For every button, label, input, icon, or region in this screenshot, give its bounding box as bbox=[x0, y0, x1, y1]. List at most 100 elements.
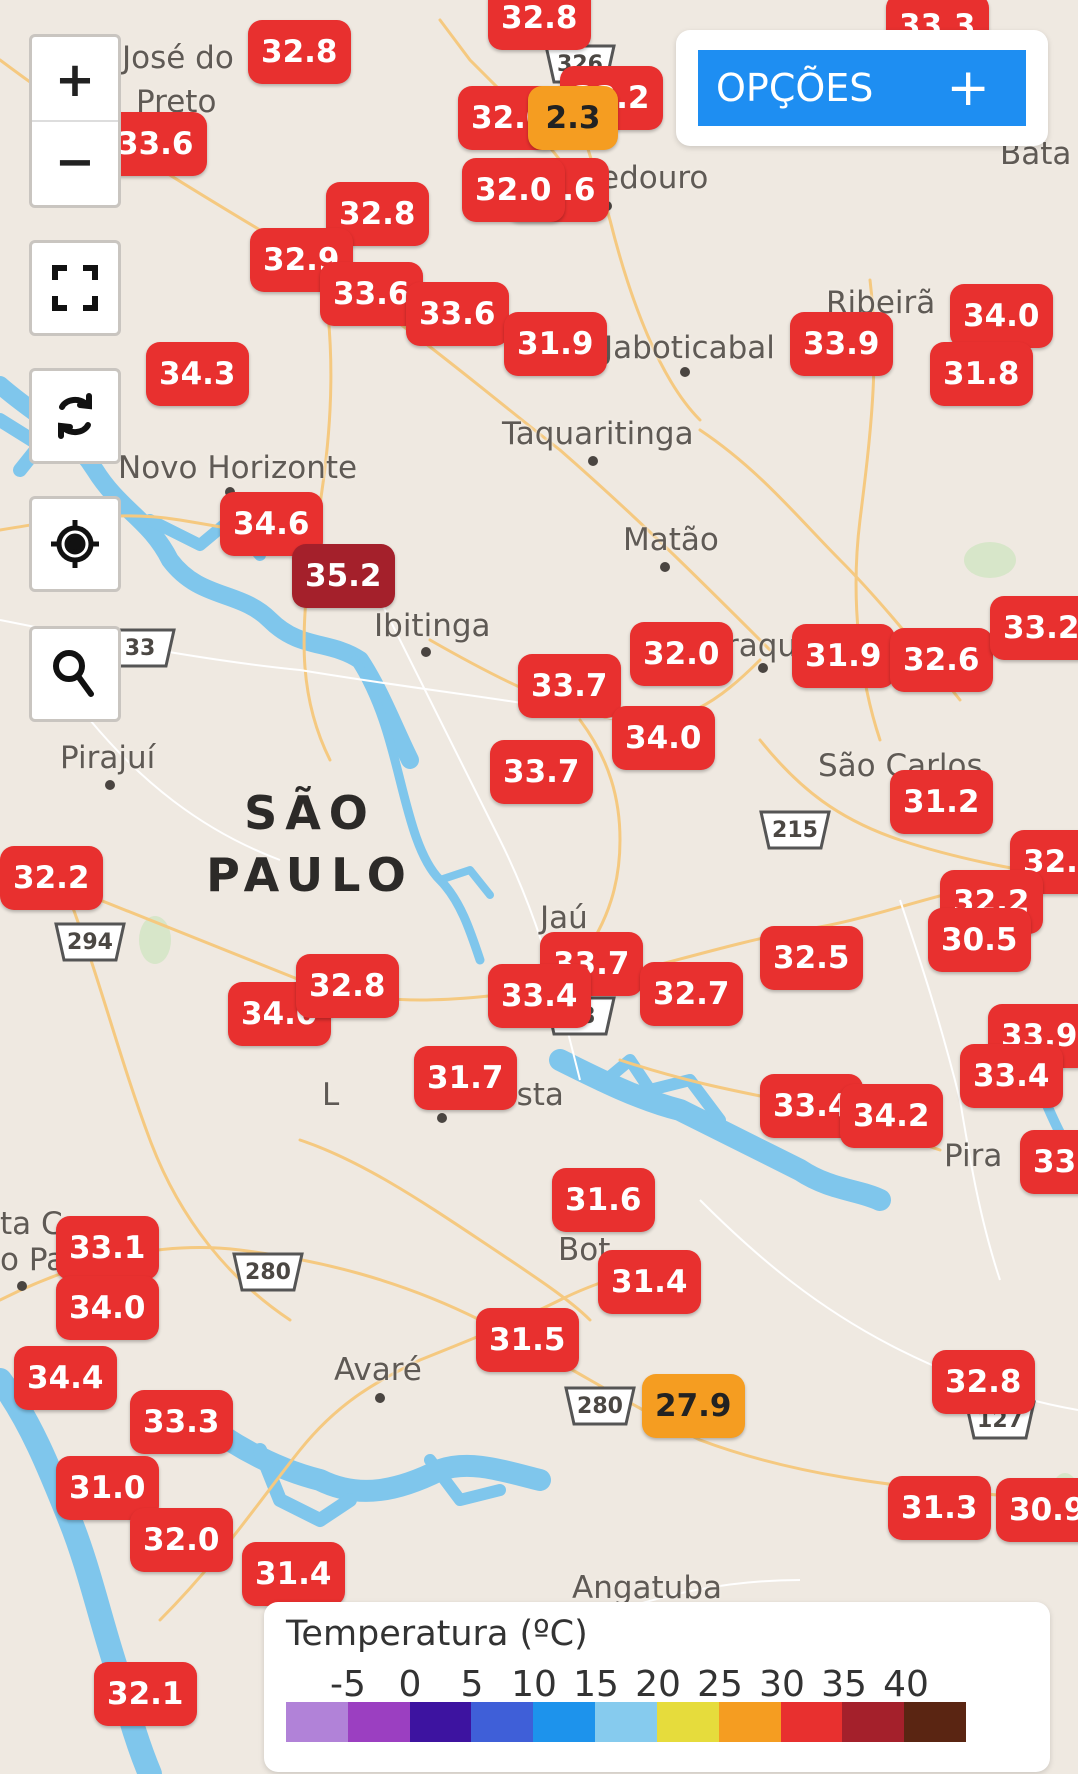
refresh-button[interactable] bbox=[29, 368, 121, 464]
refresh-icon bbox=[58, 393, 92, 439]
highway-shield: 215 bbox=[755, 808, 835, 852]
place-label-piracicaba: Pira bbox=[944, 1138, 1003, 1174]
locate-icon bbox=[51, 520, 99, 568]
temperature-marker[interactable]: 30.5 bbox=[928, 908, 1031, 972]
legend-color-swatch bbox=[842, 1702, 905, 1742]
temperature-marker[interactable]: 33.1 bbox=[1020, 1130, 1078, 1194]
legend-color-swatch bbox=[286, 1702, 348, 1742]
state-label: SÃO PAULO bbox=[200, 782, 420, 906]
legend-color-swatch bbox=[533, 1702, 596, 1742]
temperature-marker[interactable]: 30.9 bbox=[996, 1478, 1078, 1542]
temperature-marker[interactable]: 31.5 bbox=[476, 1308, 579, 1372]
place-label-avare: Avaré bbox=[334, 1352, 422, 1388]
temperature-marker[interactable]: 31.4 bbox=[242, 1542, 345, 1606]
temperature-marker[interactable]: 31.9 bbox=[792, 624, 895, 688]
highway-shield: 280 bbox=[560, 1384, 640, 1428]
options-button[interactable]: OPÇÕES + bbox=[698, 50, 1026, 126]
temperature-marker[interactable]: 32.8 bbox=[248, 20, 351, 84]
temperature-marker[interactable]: 34.0 bbox=[950, 284, 1053, 348]
locate-button[interactable] bbox=[29, 496, 121, 592]
temperature-marker[interactable]: 32.1 bbox=[94, 1662, 197, 1726]
temperature-marker[interactable]: 33.6 bbox=[406, 282, 509, 346]
legend-title: Temperatura (ºC) bbox=[286, 1614, 588, 1654]
temperature-marker[interactable]: 34.0 bbox=[612, 706, 715, 770]
temperature-marker[interactable]: 33.3 bbox=[130, 1390, 233, 1454]
legend-color-swatch bbox=[409, 1702, 472, 1742]
place-label-lencois: L bbox=[322, 1077, 340, 1113]
temperature-marker[interactable]: 31.9 bbox=[504, 312, 607, 376]
temperature-marker[interactable]: 31.4 bbox=[598, 1250, 701, 1314]
place-label-ibitinga: Ibitinga bbox=[374, 608, 491, 644]
place-label-araraquara: raqu bbox=[726, 628, 798, 664]
temperature-marker[interactable]: 31.8 bbox=[930, 342, 1033, 406]
temperature-marker[interactable]: 33.7 bbox=[518, 654, 621, 718]
highway-shield: 280 bbox=[228, 1250, 308, 1294]
fullscreen-icon bbox=[52, 265, 98, 311]
temperature-marker[interactable]: 32.7 bbox=[640, 962, 743, 1026]
temperature-marker[interactable]: 31.7 bbox=[414, 1046, 517, 1110]
temperature-marker[interactable]: 32.0 bbox=[462, 158, 565, 222]
options-panel: OPÇÕES + bbox=[676, 30, 1048, 146]
temperature-marker[interactable]: 33.4 bbox=[488, 964, 591, 1028]
legend-color-swatch bbox=[347, 1702, 410, 1742]
zoom-control: + − bbox=[29, 34, 121, 208]
temperature-marker[interactable]: 31.2 bbox=[890, 770, 993, 834]
temperature-marker[interactable]: 2.3 bbox=[528, 86, 618, 150]
highway-shield-number: 280 bbox=[577, 1393, 623, 1419]
zoom-in-button[interactable]: + bbox=[32, 40, 118, 122]
legend-tick-label: 0 bbox=[398, 1664, 422, 1705]
temperature-marker[interactable]: 32.2 bbox=[0, 846, 103, 910]
place-label-bebedouro: edouro bbox=[600, 160, 709, 196]
temperature-marker[interactable]: 32.6 bbox=[890, 628, 993, 692]
highway-shield: 294 bbox=[50, 920, 130, 964]
highway-shield-number: 280 bbox=[245, 1259, 291, 1285]
temperature-marker[interactable]: 34.4 bbox=[14, 1346, 117, 1410]
temperature-marker[interactable]: 34.2 bbox=[840, 1084, 943, 1148]
options-label: OPÇÕES bbox=[716, 66, 874, 110]
legend-tick-label: 35 bbox=[821, 1664, 867, 1705]
place-label-jaboticabal: Jaboticabal bbox=[604, 330, 775, 366]
place-label-pirajui: Pirajuí bbox=[60, 740, 156, 776]
zoom-out-button[interactable]: − bbox=[32, 122, 118, 202]
fullscreen-button[interactable] bbox=[29, 240, 121, 336]
legend-color-swatch bbox=[595, 1702, 657, 1742]
temperature-marker[interactable]: 32.0 bbox=[630, 622, 733, 686]
legend-tick-label: 40 bbox=[883, 1664, 929, 1705]
temperature-marker[interactable]: 32.8 bbox=[932, 1350, 1035, 1414]
temperature-marker[interactable]: 33.9 bbox=[790, 312, 893, 376]
legend-tick-label: 25 bbox=[697, 1664, 743, 1705]
legend-tick-label: 10 bbox=[511, 1664, 557, 1705]
temperature-marker[interactable]: 32.8 bbox=[296, 954, 399, 1018]
temperature-marker[interactable]: 35.2 bbox=[292, 544, 395, 608]
place-label-novohorizonte: Novo Horizonte bbox=[118, 450, 358, 486]
legend-tick-label: 5 bbox=[460, 1664, 484, 1705]
place-label-santacruz: ta C bbox=[0, 1206, 63, 1242]
temperature-marker[interactable]: 32.0 bbox=[130, 1508, 233, 1572]
temperature-marker[interactable]: 33.1 bbox=[56, 1216, 159, 1280]
temperature-marker[interactable]: 31.3 bbox=[888, 1476, 991, 1540]
temperature-marker[interactable]: 34.3 bbox=[146, 342, 249, 406]
temperature-marker[interactable]: 27.9 bbox=[642, 1374, 745, 1438]
place-label-angatuba: Angatuba bbox=[572, 1570, 723, 1606]
legend-tick-label: 15 bbox=[573, 1664, 619, 1705]
legend-tick-label: 30 bbox=[759, 1664, 805, 1705]
highway-shield-number: 215 bbox=[772, 817, 818, 843]
temperature-marker[interactable]: 31.6 bbox=[552, 1168, 655, 1232]
legend-color-scale bbox=[286, 1702, 966, 1742]
search-button[interactable] bbox=[29, 626, 121, 722]
temperature-legend: Temperatura (ºC) -5 0 5 10 15 20 25 30 35 40 bbox=[264, 1602, 1050, 1772]
temperature-marker[interactable]: 33.7 bbox=[490, 740, 593, 804]
temperature-marker[interactable]: 34.0 bbox=[56, 1276, 159, 1340]
plus-icon: + bbox=[946, 58, 990, 118]
state-label-line2: PAULO bbox=[206, 848, 414, 902]
temperature-marker[interactable]: 32.8 bbox=[488, 0, 591, 50]
temperature-marker[interactable]: 33.2 bbox=[990, 596, 1078, 660]
search-icon bbox=[53, 650, 94, 697]
place-label-jose: José do bbox=[122, 40, 234, 76]
place-label-matao: Matão bbox=[623, 522, 719, 558]
place-label-taquaritinga: Taquaritinga bbox=[502, 416, 694, 452]
temperature-marker[interactable]: 33.4 bbox=[960, 1044, 1063, 1108]
temperature-marker[interactable]: 32.5 bbox=[760, 926, 863, 990]
legend-color-swatch bbox=[656, 1702, 719, 1742]
legend-tick-label: 20 bbox=[635, 1664, 681, 1705]
